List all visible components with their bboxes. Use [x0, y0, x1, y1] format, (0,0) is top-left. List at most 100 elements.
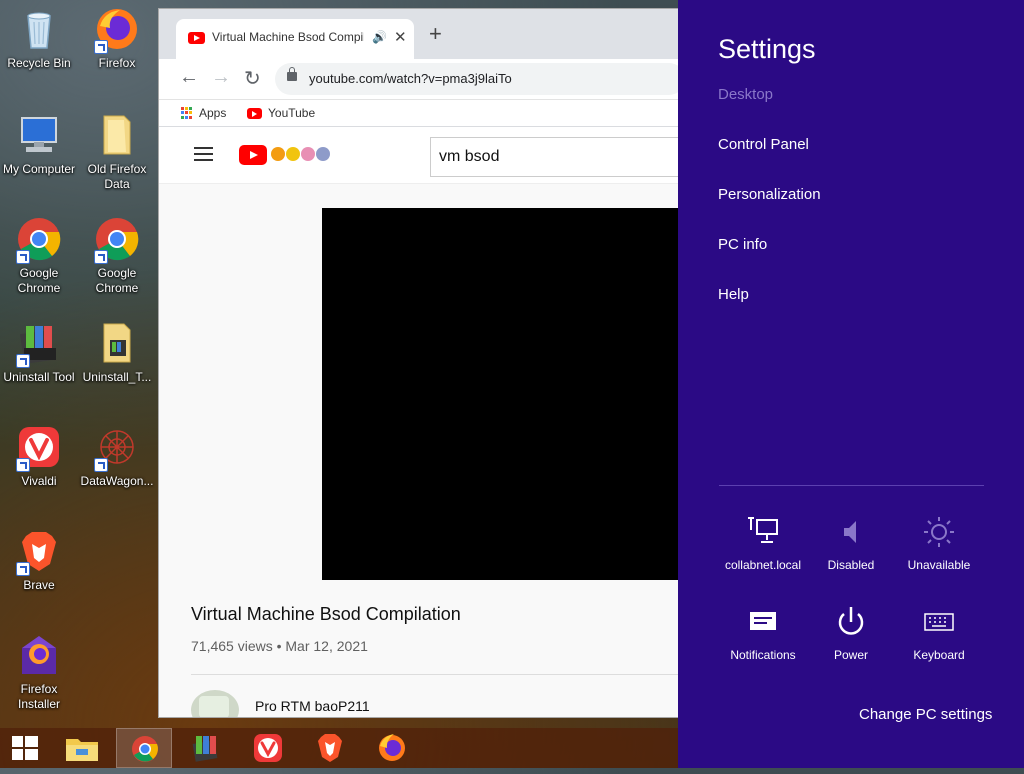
new-tab-button[interactable]: +: [429, 21, 442, 47]
link-help[interactable]: Help: [718, 286, 749, 303]
taskbar-brave[interactable]: [302, 728, 358, 768]
tile-label: Power: [833, 648, 868, 662]
youtube-logo[interactable]: [239, 145, 267, 165]
volume-icon: [833, 514, 869, 550]
firefox-icon: [379, 734, 405, 761]
tile-label: Notifications: [730, 648, 796, 662]
shortcut-arrow-icon: [16, 250, 30, 264]
apps-grid-icon: [181, 107, 193, 119]
brave-icon: [16, 528, 62, 576]
bookmarks-bar: Apps YouTube: [159, 100, 679, 127]
desktop-icon-recycle-bin[interactable]: Recycle Bin: [0, 6, 78, 71]
close-tab-icon[interactable]: ✕: [394, 28, 407, 46]
desktop-icon-label: Google Chrome: [95, 266, 139, 295]
search-query: vm bsod: [439, 148, 500, 165]
vivaldi-icon: [16, 424, 62, 472]
address-bar[interactable]: youtube.com/watch?v=pma3j9laiTo: [275, 63, 679, 95]
tile-keyboard[interactable]: Keyboard: [895, 604, 983, 662]
desktop-icon-google-chrome-1[interactable]: Google Chrome: [0, 216, 78, 296]
desktop-icon-vivaldi[interactable]: Vivaldi: [0, 424, 78, 489]
desktop-icon-google-chrome-2[interactable]: Google Chrome: [78, 216, 156, 296]
file-explorer-icon: [66, 739, 98, 761]
desktop-icon-label: Uninstall_T...: [82, 370, 152, 384]
shortcut-arrow-icon: [16, 354, 30, 368]
power-icon: [833, 604, 869, 640]
chrome-icon: [94, 216, 140, 264]
tile-notifications[interactable]: Notifications: [719, 604, 807, 662]
context-label: Desktop: [718, 86, 774, 103]
youtube-header: vm bsod: [159, 127, 679, 184]
youtube-favicon-icon: [247, 107, 262, 119]
bookmark-youtube[interactable]: YouTube: [247, 106, 315, 120]
watch-page: Virtual Machine Bsod Compilation 71,465 …: [159, 184, 679, 717]
tab-youtube[interactable]: Virtual Machine Bsod Compilation 🔊 ✕: [176, 19, 414, 59]
vivaldi-icon: [254, 734, 282, 762]
speaker-icon[interactable]: 🔊: [372, 30, 387, 44]
desktop-icon-brave[interactable]: Brave: [0, 528, 78, 593]
desktop-icon-firefox[interactable]: Firefox: [78, 6, 156, 71]
link-personalization[interactable]: Personalization: [718, 186, 821, 203]
hamburger-menu-icon[interactable]: [194, 147, 213, 161]
desktop-icon-uninstall-tool[interactable]: Uninstall Tool: [0, 320, 78, 385]
taskbar-firefox[interactable]: [364, 728, 420, 768]
channel-name[interactable]: Pro RTM baoP211: [255, 698, 370, 714]
taskbar-winrar[interactable]: [178, 728, 234, 768]
taskbar-vivaldi[interactable]: [240, 728, 296, 768]
firefox-icon: [94, 6, 140, 54]
tile-power[interactable]: Power: [807, 604, 895, 662]
video-title: Virtual Machine Bsod Compilation: [191, 604, 461, 624]
link-pc-info[interactable]: PC info: [718, 236, 767, 253]
tab-strip: Virtual Machine Bsod Compilation 🔊 ✕ +: [159, 9, 679, 59]
video-player[interactable]: [322, 208, 679, 580]
desktop-icon-label: Brave: [23, 578, 55, 592]
desktop-icon-label: DataWagon...: [80, 474, 154, 488]
start-icon: [12, 736, 38, 760]
youtube-search-input[interactable]: vm bsod: [430, 137, 679, 177]
taskbar-chrome[interactable]: [116, 728, 172, 768]
datawagon-icon: [94, 424, 140, 472]
desktop-icon-my-computer[interactable]: My Computer: [0, 112, 78, 177]
desktop-icon-label: Recycle Bin: [7, 56, 71, 70]
keyboard-icon: [921, 604, 957, 640]
youtube-favicon-icon: [188, 32, 205, 44]
channel-avatar[interactable]: [191, 690, 239, 717]
browser-toolbar: ← → ↻ youtube.com/watch?v=pma3j9laiTo: [159, 59, 679, 100]
tile-network[interactable]: collabnet.local: [719, 514, 807, 572]
desktop-icon-datawagon[interactable]: DataWagon...: [78, 424, 156, 489]
tile-label: collabnet.local: [724, 558, 802, 572]
start-button[interactable]: [0, 728, 56, 768]
shortcut-arrow-icon: [94, 250, 108, 264]
change-pc-settings-link[interactable]: Change PC settings: [859, 706, 992, 723]
tile-volume[interactable]: Disabled: [807, 514, 895, 572]
desktop-icon-firefox-installer[interactable]: Firefox Installer: [0, 632, 78, 712]
tab-title: Virtual Machine Bsod Compilation: [212, 30, 364, 44]
tile-label: Unavailable: [907, 558, 971, 572]
bookmark-apps[interactable]: Apps: [181, 106, 226, 120]
tile-label: Disabled: [827, 558, 875, 572]
uninstall-tool-icon: [16, 320, 62, 368]
recycle-bin-icon: [16, 6, 62, 52]
shortcut-arrow-icon: [94, 40, 108, 54]
firefox-installer-icon: [16, 632, 62, 678]
lock-icon[interactable]: [287, 67, 297, 81]
shortcut-arrow-icon: [16, 562, 30, 576]
desktop-icon-old-firefox-data[interactable]: Old Firefox Data: [78, 112, 156, 192]
desktop-icon-label: Firefox: [98, 56, 136, 70]
desktop-icon-uninstall-t[interactable]: Uninstall_T...: [78, 320, 156, 385]
folder-icon: [94, 320, 140, 366]
taskbar-file-explorer[interactable]: [54, 728, 110, 768]
chrome-icon: [132, 736, 158, 762]
desktop-icon-label: Google Chrome: [17, 266, 61, 295]
tile-label: Keyboard: [913, 648, 965, 662]
notifications-icon: [745, 604, 781, 640]
shortcut-arrow-icon: [16, 458, 30, 472]
youtube-doodle[interactable]: [271, 147, 330, 161]
reload-button[interactable]: ↻: [244, 66, 261, 91]
link-control-panel[interactable]: Control Panel: [718, 136, 809, 153]
tile-brightness[interactable]: Unavailable: [895, 514, 983, 572]
video-meta: 71,465 views • Mar 12, 2021: [191, 638, 368, 654]
back-button[interactable]: ←: [179, 66, 199, 89]
chrome-icon: [16, 216, 62, 264]
forward-button[interactable]: →: [211, 66, 231, 89]
desktop-icon-label: Old Firefox Data: [87, 162, 147, 191]
